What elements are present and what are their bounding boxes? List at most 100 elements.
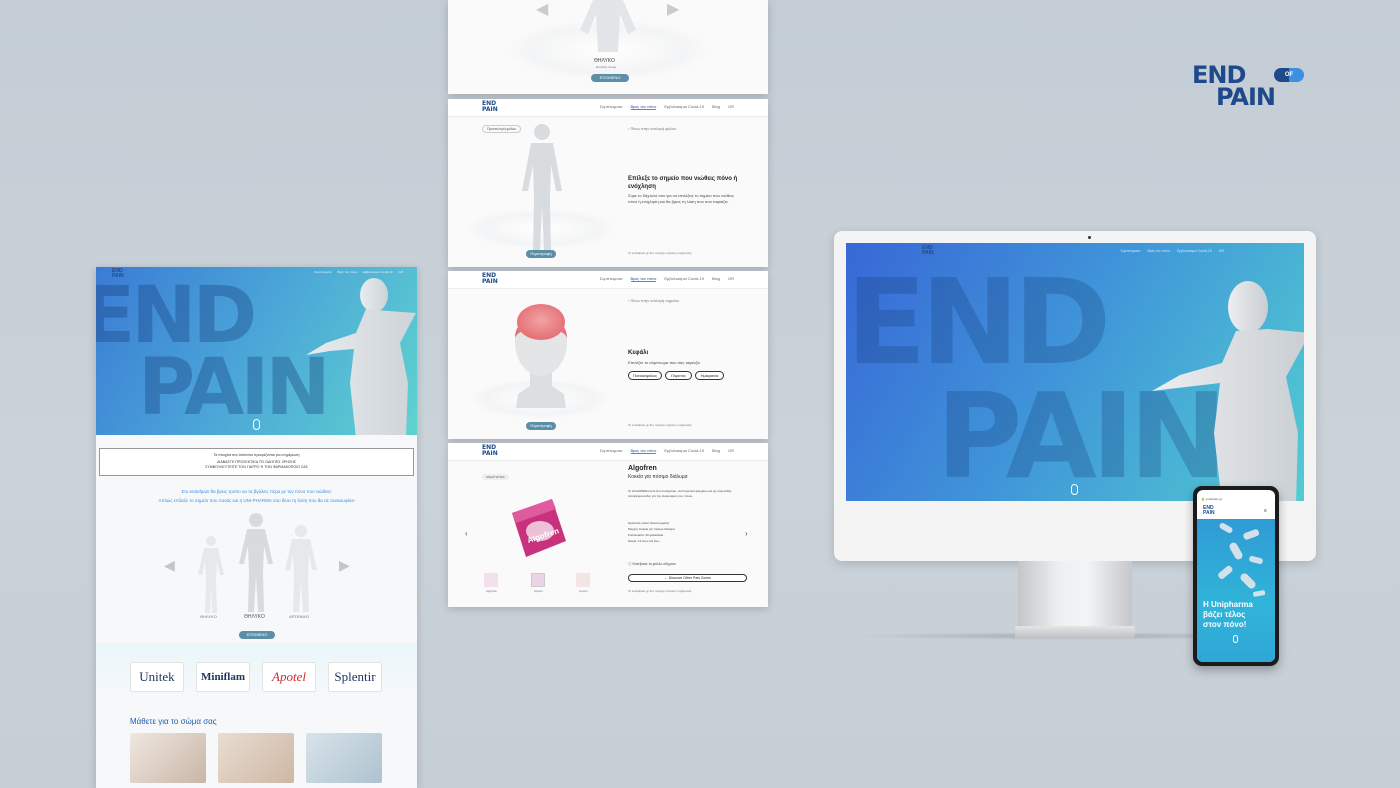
menu-icon[interactable]: ≡ [1264,508,1267,514]
product-thumb[interactable] [484,573,498,587]
monitor-stand-base [1015,626,1135,638]
scroll-indicator[interactable] [253,419,260,430]
screen-nav: Συμπτώματα Βρες τον πόνο Εμβολιασμοί Cov… [1120,249,1224,253]
notice-line2: ΔΙΑΒΑΣΤΕ ΠΡΟΣΕΚΤΙΚΑ ΤΙΣ ΟΔΗΓΙΕΣ ΧΡΗΣΗΣ [216,460,297,464]
article-thumb-ankle[interactable] [306,733,382,783]
next-button[interactable]: ΕΠΟΜΕΝΟ [239,631,275,639]
phone-url[interactable]: 🔒 endofpain.gr [1201,497,1222,501]
symptom-option[interactable]: Ημικρανία [695,371,724,380]
mini-logo[interactable]: END PAIN [1203,506,1215,516]
article-thumb-shoulder[interactable] [218,733,294,783]
next-button[interactable]: ΕΠΟΜΕΝΟ [591,74,629,82]
nav-item[interactable]: Συμπτώματα [600,276,623,282]
phone-hero [1197,519,1275,662]
nav-item[interactable]: GR [728,104,734,110]
notice-line1: Τα στοιχεία στο Ιστότοπο προορίζονται γι… [213,453,300,457]
panel-text: Σύρε το δάχτυλό σου για να επιλέξεις το … [628,193,734,204]
back-link-text: Πίσω στην επιλογή φύλου [630,126,677,131]
nav-item[interactable]: Blog [712,104,720,110]
left-page-mockup: END PAIN Συμπτώματα Βρες τον πόνο Εμβολια… [96,267,417,788]
panel-footer: Το endofpain.gr δεν παρέχει ιατρικές συμ… [628,423,692,427]
nav-item[interactable]: Συμπτώματα [600,448,623,454]
brand-unitek[interactable]: Unitek [130,662,184,692]
nav-item-active[interactable]: Βρες τον πόνο [630,276,657,282]
phone-headline-1: Η Unipharma [1203,600,1253,609]
product-box-image[interactable]: Algofren [504,495,574,561]
discover-button[interactable]: ← Discover Other Pain Zones [628,574,747,582]
hero-figure-image [306,278,416,435]
product-thumb-active[interactable] [531,573,545,587]
chevron-left-icon[interactable]: ◀ [164,557,175,574]
product-thumb[interactable] [576,573,590,587]
body-figure-center[interactable] [234,512,278,612]
nav-item-active[interactable]: Βρες τον πόνο [630,448,657,454]
body-select-mockup: END PAIN Συμπτώματα Βρες τον πόνο Εμβολια… [448,99,768,267]
phone-headline-3: στον πόνο! [1203,620,1247,629]
mini-logo[interactable]: END PAIN [482,273,498,285]
hero-banner: END PAIN Συμπτώματα Βρες τον πόνο Εμβολια… [96,267,417,435]
nav-item[interactable]: Εμβολιασμοί Covid-19 [1177,249,1212,253]
nav-item[interactable]: Blog [712,448,720,454]
chevron-left-icon[interactable]: ‹ [465,529,468,538]
gender-select-mockup: ◀ ▶ ΘΗΛΥΚΟ Επιλέξτε άτομο ΕΠΟΜΕΝΟ [448,0,768,94]
leaflet-link-text: Κατέβασε το φύλλο οδηγιών [632,562,677,566]
brand-splentir[interactable]: Splentir [328,662,382,692]
leaflet-link[interactable]: ⓘ Κατέβασε το φύλλο οδηγιών [628,561,676,567]
panel-title: Επίλεξε το σημείο που νιώθεις πόνο ή ενό… [628,176,738,190]
nav-item[interactable]: Εμβολιασμοί Covid-19 [664,448,704,454]
monitor-screen: END PAIN Συμπτώματα Βρες τον πόνο Εμβολια… [846,243,1304,501]
brand-apotel[interactable]: Apotel [262,662,316,692]
intro-line1: Στο endofpain θα βρεις τρόπο να τα βγάλε… [181,489,332,494]
nav-item[interactable]: Βρες τον πόνο [1147,249,1170,253]
chevron-right-icon[interactable]: ▶ [667,0,679,19]
nav-item[interactable]: Blog [712,276,720,282]
scroll-indicator[interactable] [1233,635,1238,643]
disclaimer-box: Τα στοιχεία στο Ιστότοπο προορίζονται γι… [99,448,414,476]
rotate-button[interactable]: Περιστροφή [526,250,556,258]
article-thumb-neck[interactable] [130,733,206,783]
scroll-indicator[interactable] [1071,484,1078,495]
back-link-text: Πίσω στην επιλογή σημείου [630,298,680,303]
nav-item[interactable]: Συμπτώματα [600,104,623,110]
nav-item[interactable]: GR [728,276,734,282]
brand-miniflam[interactable]: Miniflam [196,662,250,692]
notice-line3: ΣΥΜΒΟΥΛΕΥΤΕΙΤΕ ΤΟΝ ΓΙΑΤΡΟ Ή ΤΟΝ ΦΑΡΜΑΚΟΠ… [205,465,308,469]
chevron-left-icon[interactable]: ◀ [536,0,548,19]
intro-line2: Απλώς επίλεξε το σημείο που πονάς και η … [158,498,355,503]
hero-figure-image [1152,281,1304,501]
top-nav: END PAIN Συμπτώματα Βρες τον πόνο Εμβολια… [448,99,768,117]
gender-label-left: ΘΗΛΥΚΟ [200,614,217,619]
symptom-option[interactable]: Πονοκέφαλος [628,371,662,380]
pills-image [1218,523,1266,597]
monitor-stand [1018,561,1132,633]
symptom-option[interactable]: Πυρετός [665,371,692,380]
nav-item[interactable]: GR [728,448,734,454]
nav-item-active[interactable]: Βρες τον πόνο [630,104,657,110]
panel-title: Κεφάλι [628,350,649,356]
body-figure-right[interactable] [282,524,320,612]
chevron-right-icon[interactable]: › [745,529,748,538]
rotate-button[interactable]: Περιστροφή [526,422,556,430]
nav-item[interactable]: GR [1219,249,1224,253]
top-nav: END PAIN Συμπτώματα Βρες τον πόνο Εμβολια… [448,271,768,289]
nav-item[interactable]: Συμπτώματα [1120,249,1140,253]
nav-item[interactable]: Εμβολιασμοί Covid-19 [664,104,704,110]
brand-line2: PAIN [1216,83,1276,111]
head-figure[interactable] [506,298,576,418]
body-figure-left[interactable] [194,535,228,613]
mini-logo[interactable]: END PAIN [482,445,498,457]
back-link[interactable]: ‹ Πίσω στην επιλογή σημείου [628,298,679,303]
brand-logo: END OF PAIN [1192,63,1312,114]
gender-sub: Επιλέξτε άτομο [596,65,617,69]
gender-label-right: ΑΡΣΕΝΙΚΟ [289,614,310,619]
back-link[interactable]: ‹ Πίσω στην επιλογή φύλου [628,126,676,131]
nav-item[interactable]: Εμβολιασμοί Covid-19 [664,276,704,282]
chevron-right-icon[interactable]: ▶ [339,557,350,574]
product-thumb-label: Algofren [486,589,498,593]
panel-footer: Το endofpain.gr δεν παρέχει ιατρικές συμ… [628,589,692,593]
phone-headline-2: βάζει τέλος [1203,610,1246,619]
body-figure[interactable] [514,123,570,251]
panel-footer: Το endofpain.gr δεν παρέχει ιατρικές συμ… [628,251,692,255]
product-thumb-label: Apotel [534,589,543,593]
mini-logo[interactable]: END PAIN [482,101,498,113]
